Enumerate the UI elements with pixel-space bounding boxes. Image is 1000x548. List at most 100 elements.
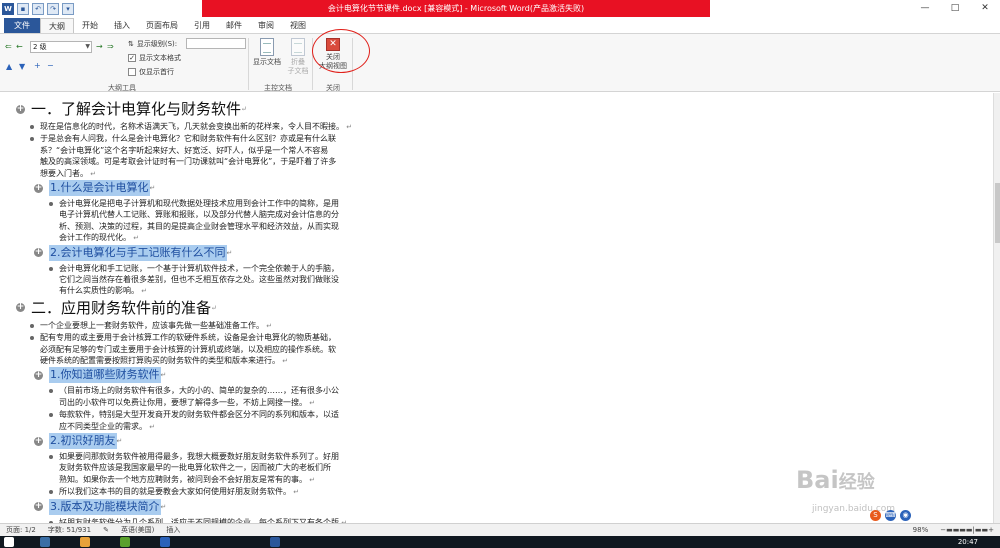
paragraph-mark: ↵ (211, 303, 217, 312)
tab-home[interactable]: 开始 (74, 18, 106, 33)
collapse-subdocuments-button[interactable]: 折叠 子文档 (284, 38, 312, 76)
outline-body-paragraph[interactable]: 如果要问那款财务软件被用得最多，我想大概要数好朋友财务软件系列了。好朋 友财务软件… (49, 451, 379, 486)
show-document-label: 显示文档 (253, 58, 281, 66)
outline-level-select[interactable]: 2 级 ▼ (30, 41, 92, 53)
outline-tools-group-label: 大纲工具 (108, 84, 136, 92)
tab-file[interactable]: 文件 (4, 18, 40, 33)
page-count[interactable]: 页面: 1/2 (0, 525, 42, 535)
paragraph-line: 电子计算机代替人工记账、算账和报账，以及部分代替人脑完成对会计信息的分 (59, 210, 339, 220)
paragraph-mark: ↵ (160, 371, 167, 380)
outline-heading-2[interactable]: +1.你知道哪些财务软件 ↵ (34, 367, 993, 384)
tab-references[interactable]: 引用 (186, 18, 218, 33)
taskbar-app-icon[interactable] (120, 537, 130, 547)
taskbar-word-icon[interactable] (270, 537, 280, 547)
language[interactable]: 英语(美国) (115, 525, 160, 535)
paragraph-line: 想要入门者。 ↵ (40, 168, 97, 178)
document-area[interactable]: + 一．了解会计电算化与财务软件 ↵ 现在是信息化的时代，名称术语满天飞，几天就会变换… (0, 93, 993, 523)
heading-text: 2.会计电算化与手工记账有什么不同 (49, 244, 227, 261)
mic-icon[interactable]: ◉ (900, 510, 911, 521)
show-text-format-checkbox[interactable]: ✓ (128, 54, 136, 62)
promote-to-heading1-icon[interactable]: ⇐ (5, 42, 12, 51)
demote-icon[interactable]: → (96, 42, 103, 51)
minimize-button[interactable]: — (910, 0, 940, 17)
close-window-button[interactable]: ✕ (970, 0, 1000, 17)
scrollbar-thumb[interactable] (995, 183, 1000, 243)
show-first-line-label: 仅显示首行 (139, 68, 174, 76)
outline-heading-1[interactable]: + 一．了解会计电算化与财务软件 ↵ (16, 99, 993, 119)
outline-heading-2[interactable]: +2.初识好朋友 ↵ (34, 433, 993, 449)
word-app-icon[interactable]: W (2, 2, 14, 15)
expand-icon[interactable]: + (34, 61, 41, 70)
tab-outline[interactable]: 大纲 (40, 18, 74, 33)
bullet-dot (49, 455, 53, 459)
show-level-select[interactable] (186, 38, 246, 49)
outline-body-paragraph[interactable]: 每款软件，特别是大型开发商开发的财务软件都会区分不同的系列和版本，以适 应不同类型… (49, 409, 379, 433)
demote-to-body-icon[interactable]: ⇒ (107, 42, 114, 51)
paragraph-mark: ↵ (344, 123, 353, 131)
outline-body-paragraph[interactable]: 一个企业要想上一套财务软件，应该事先做一些基础准备工作。 ↵ (30, 320, 390, 332)
bullet-dot (30, 125, 34, 129)
show-text-format-option[interactable]: ✓ 显示文本格式 (128, 53, 181, 63)
redo-icon[interactable]: ↷ (47, 2, 59, 15)
zoom-slider[interactable]: −▬▬▬▬|▬▬+ (934, 526, 1000, 534)
heading-text: 3.版本及功能模块简介 (49, 498, 161, 515)
paragraph-mark: ↵ (131, 234, 140, 243)
keyboard-icon[interactable]: ⌨ (885, 510, 896, 521)
show-first-line-checkbox[interactable] (128, 68, 136, 76)
move-down-icon[interactable]: ▼ (19, 62, 25, 71)
expand-outline-icon[interactable]: + (34, 248, 43, 258)
proofing-icon[interactable]: ✎ (97, 526, 115, 534)
tab-insert[interactable]: 插入 (106, 18, 138, 33)
tab-review[interactable]: 审阅 (250, 18, 282, 33)
paragraph-mark: ↵ (307, 398, 316, 407)
taskbar-app-icon[interactable] (80, 537, 90, 547)
expand-outline-icon[interactable]: + (34, 436, 43, 446)
start-icon[interactable] (4, 537, 14, 547)
collapse-icon[interactable]: − (47, 61, 54, 70)
outline-heading-2[interactable]: +1.什么是会计电算化 ↵ (34, 180, 993, 196)
show-text-format-label: 显示文本格式 (139, 54, 181, 62)
annotation-circle (312, 29, 370, 73)
zoom-level[interactable]: 98% (907, 526, 935, 534)
insert-mode[interactable]: 插入 (160, 525, 186, 535)
taskbar-app-icon[interactable] (40, 537, 50, 547)
paragraph-line: 会计电算化是把电子计算机和现代数据处理技术应用到会计工作中的简称，是用 (59, 199, 339, 208)
paragraph-mark: ↵ (241, 105, 247, 113)
show-first-line-option[interactable]: 仅显示首行 (128, 67, 174, 77)
undo-icon[interactable]: ↶ (32, 2, 44, 15)
master-document-group-label: 主控文档 (264, 84, 292, 92)
outline-body-paragraph[interactable]: 会计电算化是把电子计算机和现代数据处理技术应用到会计工作中的简称，是用 电子计算机… (49, 198, 379, 245)
paragraph-line: 它们之间当然存在着很多差别，但也不乏相互依存之处。这些虽然对我们做账没 (59, 275, 339, 284)
bullet-dot (49, 266, 53, 271)
expand-outline-icon[interactable]: + (16, 104, 25, 114)
vertical-scrollbar[interactable] (993, 93, 1000, 523)
move-up-icon[interactable]: ▲ (6, 62, 12, 71)
show-document-button[interactable]: 显示文档 (252, 38, 282, 67)
expand-outline-icon[interactable]: + (34, 370, 43, 380)
maximize-button[interactable]: □ (940, 0, 970, 17)
promote-icon[interactable]: ← (16, 42, 23, 51)
customize-qat-icon[interactable]: ▾ (62, 2, 74, 15)
bullet-dot (30, 336, 34, 341)
outline-body-paragraph[interactable]: （目前市场上的财务软件有很多，大的小的、简单的复杂的……，还有很多小公 司出的小软… (49, 385, 379, 409)
expand-outline-icon[interactable]: + (34, 183, 43, 193)
tab-mailings[interactable]: 邮件 (218, 18, 250, 33)
outline-body-paragraph[interactable]: 配有专用的或主要用于会计核算工作的软硬件系统，设备是会计电算化的物质基础， 必须配… (30, 332, 390, 367)
paragraph-line: 会计工作的现代化。 ↵ (59, 233, 140, 243)
bullet-dot (49, 389, 53, 394)
tab-page-layout[interactable]: 页面布局 (138, 18, 186, 33)
expand-outline-icon[interactable]: + (34, 502, 43, 512)
expand-outline-icon[interactable]: + (16, 303, 25, 313)
outline-heading-2[interactable]: +2.会计电算化与手工记账有什么不同 ↵ (34, 244, 993, 261)
taskbar-app-icon[interactable] (160, 537, 170, 547)
collapse-label: 折叠 (291, 58, 305, 66)
outline-body-paragraph[interactable]: 现在是信息化的时代，名称术语满天飞，几天就会变换出新的花样来，令人目不暇接。 ↵ (30, 121, 390, 133)
word-count[interactable]: 字数: 51/931 (42, 525, 97, 535)
outline-body-paragraph[interactable]: 会计电算化和手工记账，一个基于计算机软件技术，一个完全依赖于人的手脑， 它们之间当… (49, 263, 379, 298)
outline-body-paragraph[interactable]: 于是总会有人问我，什么是会计电算化？它和财务软件有什么区别？亦或是有什么联 系？“… (30, 133, 390, 180)
save-icon[interactable]: ▪ (17, 2, 29, 15)
outline-heading-1[interactable]: + 二．应用财务软件前的准备 ↵ (16, 298, 993, 318)
ime-icon[interactable]: S (870, 510, 881, 521)
tab-view[interactable]: 视图 (282, 18, 314, 33)
outline-body-paragraph[interactable]: 所以我们这本书的目的就是要教会大家如何使用好朋友财务软件。 ↵ (49, 486, 379, 498)
